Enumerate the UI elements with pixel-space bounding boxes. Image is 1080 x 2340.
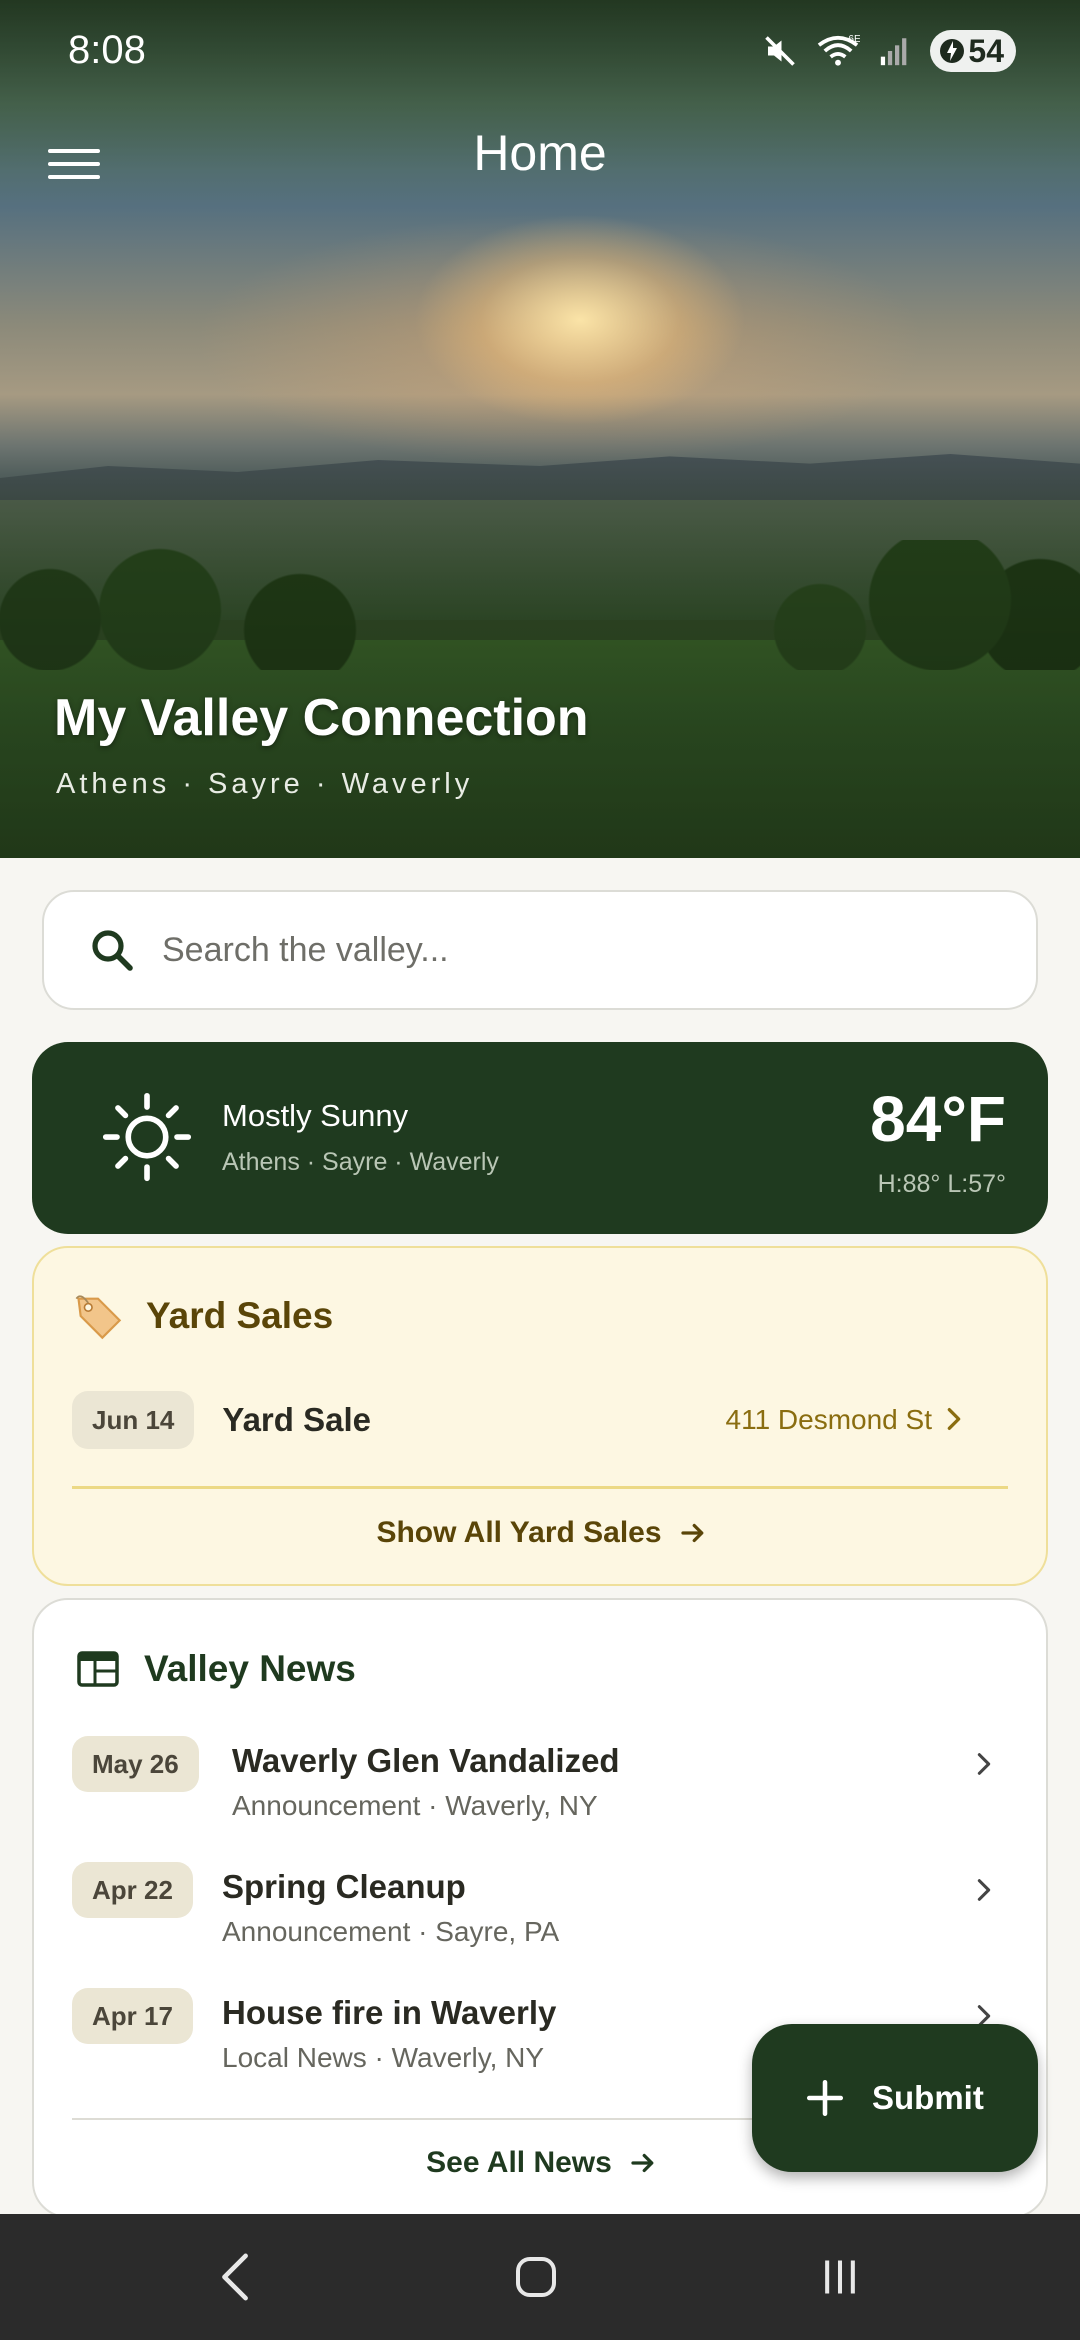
weather-temperature: 84°F [870, 1083, 1006, 1155]
submit-label: Submit [872, 2079, 984, 2116]
arrow-right-icon [680, 1523, 703, 1543]
yard-sale-name: Yard Sale [222, 1401, 371, 1438]
hero-subtitle: Athens · Sayre · Waverly [56, 768, 474, 800]
home-icon [516, 2257, 556, 2297]
news-meta: Announcement · Sayre, PA [222, 1916, 560, 1947]
weather-card[interactable]: Mostly Sunny Athens · Sayre · Waverly 84… [32, 1042, 1048, 1234]
news-item[interactable]: Apr 22 Spring Cleanup Announcement · Say… [72, 1862, 1012, 1972]
home-nav-button[interactable] [496, 2240, 576, 2314]
back-icon [222, 2253, 248, 2301]
yard-sales-card: Yard Sales Jun 14 Yard Sale 411 Desmond … [32, 1246, 1048, 1586]
weather-high-low: H:88° L:57° [877, 1170, 1006, 1198]
valley-news-title: Valley News [144, 1648, 356, 1689]
search-bar[interactable] [42, 890, 1038, 1010]
status-icons: 6E 54 [762, 30, 1016, 72]
chevron-right-icon [947, 1408, 961, 1430]
search-icon [88, 926, 136, 974]
submit-fab-button[interactable]: Submit [752, 2024, 1038, 2172]
newspaper-icon [77, 1651, 119, 1687]
yard-sales-divider [72, 1486, 1008, 1489]
recent-apps-icon [825, 2260, 855, 2294]
mute-icon [765, 36, 796, 66]
status-time: 8:08 [68, 28, 146, 72]
signal-icon [881, 38, 907, 66]
back-nav-button[interactable] [196, 2240, 276, 2314]
see-all-news-label: See All News [426, 2146, 612, 2179]
recent-apps-nav-button[interactable] [800, 2240, 880, 2314]
battery-level: 54 [968, 32, 1004, 69]
news-item[interactable]: May 26 Waverly Glen Vandalized Announcem… [72, 1736, 1012, 1846]
weather-location: Athens · Sayre · Waverly [222, 1148, 499, 1176]
valley-news-header: Valley News [76, 1648, 356, 1690]
yard-sale-address: 411 Desmond St [725, 1404, 933, 1435]
yard-sale-item[interactable]: Jun 14 Yard Sale 411 Desmond St [72, 1390, 1012, 1450]
price-tag-icon [75, 1295, 122, 1340]
chevron-right-icon [977, 1753, 991, 1775]
wifi-icon: 6E [818, 34, 861, 66]
top-app-bar: Home [0, 110, 1080, 200]
show-all-yard-sales-label: Show All Yard Sales [376, 1516, 662, 1549]
yard-sales-title: Yard Sales [146, 1295, 334, 1336]
yard-sales-header: Yard Sales [72, 1290, 333, 1342]
battery-indicator: 54 [930, 30, 1016, 72]
chevron-right-icon [977, 1879, 991, 1901]
show-all-yard-sales-button[interactable]: Show All Yard Sales [34, 1516, 1050, 1550]
charging-icon [940, 39, 965, 63]
news-date: May 26 [72, 1736, 199, 1792]
news-title: Spring Cleanup [222, 1868, 466, 1905]
news-date: Apr 17 [72, 1988, 193, 2044]
page-title: Home [473, 125, 607, 181]
hero-title: My Valley Connection [54, 689, 589, 747]
news-title: House fire in Waverly [222, 1994, 557, 2031]
news-meta: Local News · Waverly, NY [222, 2042, 545, 2073]
news-date: Apr 22 [72, 1862, 193, 1918]
svg-text:6E: 6E [849, 34, 861, 45]
system-nav-bar [0, 2214, 1080, 2340]
sun-icon [102, 1092, 192, 1182]
news-meta: Announcement · Waverly, NY [232, 1790, 598, 1821]
news-title: Waverly Glen Vandalized [232, 1742, 620, 1779]
yard-sale-date: Jun 14 [72, 1391, 195, 1449]
search-input[interactable] [162, 930, 982, 970]
weather-condition: Mostly Sunny [222, 1098, 409, 1133]
plus-icon [806, 2079, 844, 2117]
status-bar: 8:08 6E 54 [0, 0, 1080, 100]
arrow-right-icon [631, 2153, 654, 2173]
